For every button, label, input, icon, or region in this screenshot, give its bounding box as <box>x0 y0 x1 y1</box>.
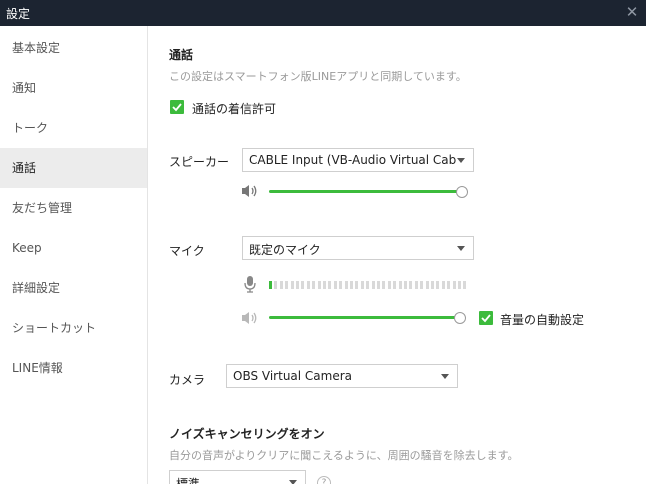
mic-level-segment <box>301 281 305 289</box>
mic-level-segment <box>306 281 310 289</box>
settings-sidebar: 基本設定 通知 トーク 通話 友だち管理 Keep 詳細設定 ショートカット L… <box>0 26 148 484</box>
chevron-down-icon <box>457 158 465 163</box>
mic-level-segment <box>387 281 391 289</box>
window-title: 設定 <box>6 7 31 21</box>
mic-level-segment <box>425 281 429 289</box>
sidebar-item-general[interactable]: 基本設定 <box>0 28 147 68</box>
mic-level-segment <box>323 281 326 289</box>
check-icon <box>172 103 182 112</box>
speaker-selected-value: CABLE Input (VB-Audio Virtual Cab… <box>249 153 457 167</box>
title-bar: 設定 ✕ <box>0 0 646 26</box>
mic-level-segment <box>414 281 418 289</box>
speaker-icon <box>242 312 257 324</box>
mic-level-segment <box>269 281 272 289</box>
speaker-label: スピーカー <box>169 155 230 169</box>
mic-level-segment <box>350 281 353 289</box>
mic-level-segment <box>431 281 434 289</box>
speaker-select[interactable]: CABLE Input (VB-Audio Virtual Cab… <box>242 148 474 172</box>
mic-level-meter <box>269 281 469 289</box>
mic-level-segment <box>436 281 440 289</box>
call-section-title: 通話 <box>169 48 194 62</box>
speaker-icon <box>242 185 257 197</box>
camera-selected-value: OBS Virtual Camera <box>233 369 353 383</box>
help-icon[interactable]: ? <box>317 476 331 484</box>
mic-level-segment <box>393 281 397 289</box>
auto-volume-label: 音量の自動設定 <box>500 313 585 327</box>
speaker-volume-track[interactable] <box>269 190 462 193</box>
mic-level-segment <box>377 281 380 289</box>
sidebar-item-keep[interactable]: Keep <box>0 228 147 268</box>
mic-level-segment <box>441 281 445 289</box>
mic-label: マイク <box>169 244 205 258</box>
mic-level-segment <box>312 281 316 289</box>
camera-select[interactable]: OBS Virtual Camera <box>226 364 458 388</box>
sidebar-item-chats[interactable]: トーク <box>0 108 147 148</box>
mic-level-segment <box>452 281 456 289</box>
mic-level-segment <box>420 281 424 289</box>
mic-level-segment <box>274 281 278 289</box>
noise-level-value: 標準 <box>176 477 201 484</box>
sync-description: この設定はスマートフォン版LINEアプリと同期しています。 <box>169 70 467 83</box>
sidebar-item-about[interactable]: LINE情報 <box>0 348 147 388</box>
mic-level-segment <box>290 281 294 289</box>
mic-volume-knob[interactable] <box>454 312 466 324</box>
mic-select[interactable]: 既定のマイク <box>242 236 474 260</box>
chevron-down-icon <box>441 374 449 379</box>
mic-level-segment <box>382 281 386 289</box>
check-icon <box>481 314 491 323</box>
mic-level-segment <box>409 281 413 289</box>
call-settings-panel: 通話 この設定はスマートフォン版LINEアプリと同期しています。 通話の着信許可… <box>149 26 646 484</box>
close-icon[interactable]: ✕ <box>624 3 640 21</box>
mic-level-segment <box>355 281 359 289</box>
mic-level-segment <box>371 281 375 289</box>
allow-incoming-label: 通話の着信許可 <box>192 102 277 116</box>
mic-volume-track[interactable] <box>269 316 460 319</box>
mic-level-segment <box>333 281 337 289</box>
mic-level-segment <box>463 281 467 289</box>
noise-section-title: ノイズキャンセリングをオン <box>169 427 325 441</box>
allow-incoming-checkbox[interactable] <box>170 100 184 114</box>
sidebar-item-shortcuts[interactable]: ショートカット <box>0 308 147 348</box>
mic-level-segment <box>366 281 370 289</box>
mic-level-segment <box>339 281 343 289</box>
auto-volume-checkbox[interactable] <box>479 311 493 325</box>
speaker-volume-knob[interactable] <box>456 186 468 198</box>
sidebar-item-calls[interactable]: 通話 <box>0 148 147 188</box>
noise-description: 自分の音声がよりクリアに聞こえるように、周囲の騒音を除去します。 <box>169 449 519 462</box>
mic-level-segment <box>447 281 451 289</box>
microphone-icon <box>244 276 256 293</box>
mic-level-segment <box>360 281 364 289</box>
camera-label: カメラ <box>169 373 206 387</box>
noise-level-select[interactable]: 標準 <box>169 470 306 484</box>
chevron-down-icon <box>457 246 465 251</box>
mic-level-segment <box>317 281 321 289</box>
mic-level-segment <box>398 281 402 289</box>
mic-selected-value: 既定のマイク <box>249 243 321 257</box>
mic-level-segment <box>328 281 332 289</box>
mic-level-segment <box>279 281 283 289</box>
mic-level-segment <box>344 281 348 289</box>
sidebar-item-advanced[interactable]: 詳細設定 <box>0 268 147 308</box>
mic-level-segment <box>458 281 461 289</box>
sidebar-item-notifications[interactable]: 通知 <box>0 68 147 108</box>
sidebar-item-friends[interactable]: 友だち管理 <box>0 188 147 228</box>
mic-level-segment <box>404 281 407 289</box>
mic-level-segment <box>296 281 299 289</box>
chevron-down-icon <box>289 480 297 484</box>
mic-level-segment <box>285 281 289 289</box>
